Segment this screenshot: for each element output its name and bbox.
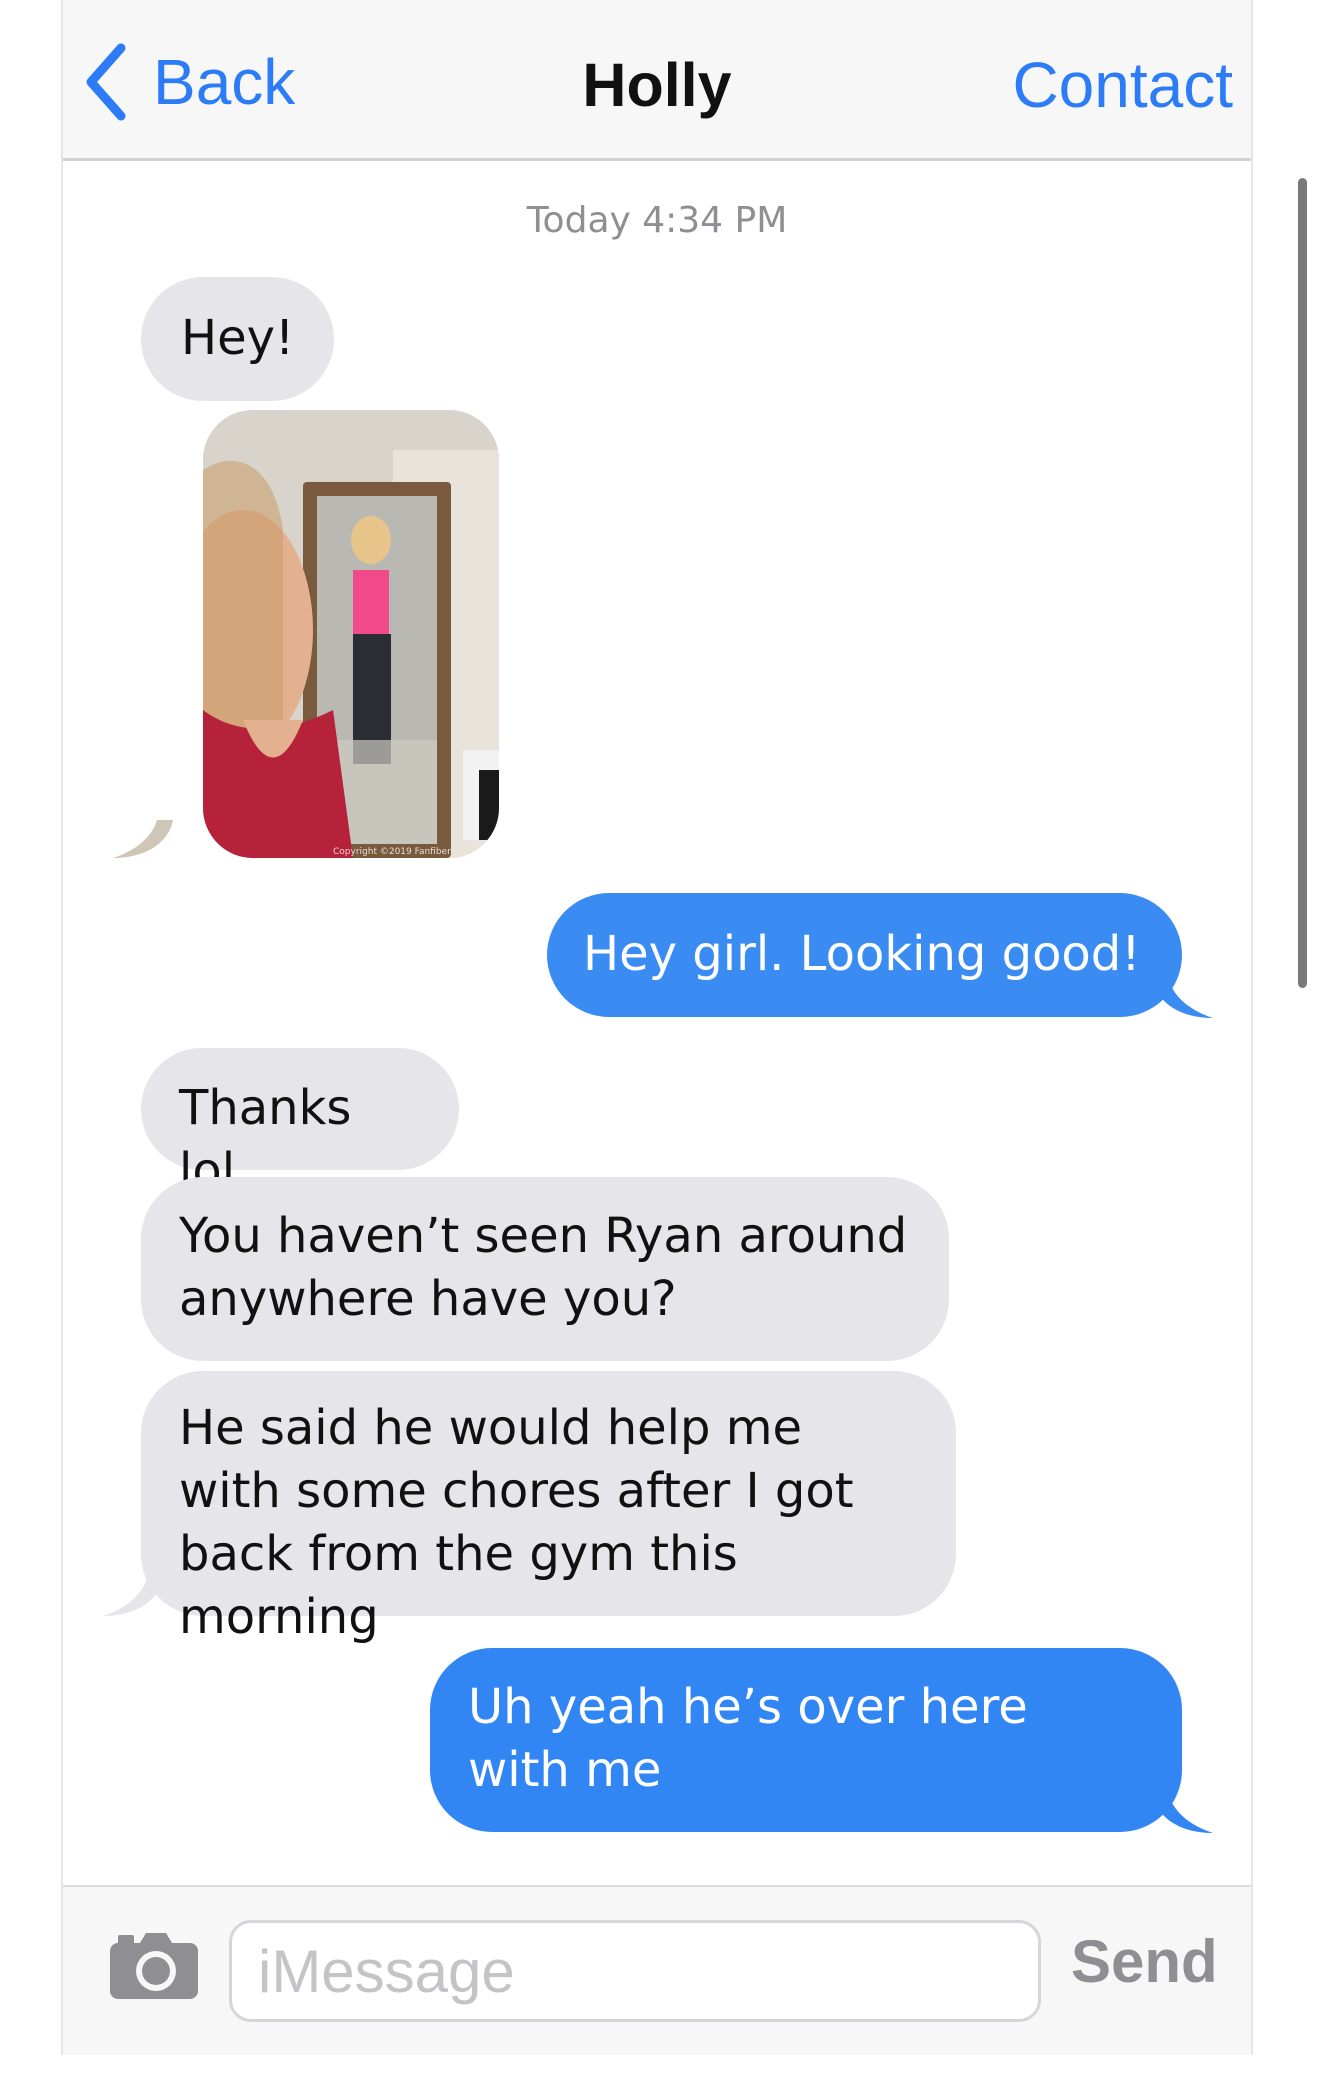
selfie-image: Copyright ©2019 Fanfiber [203, 410, 499, 858]
bubble-tail [113, 820, 173, 858]
watermark-text: Copyright ©2019 Fanfiber [333, 847, 451, 857]
message-text: You haven’t seen Ryan around anywhere ha… [179, 1208, 908, 1327]
camera-icon[interactable] [108, 1929, 200, 2001]
scrollbar[interactable] [1298, 178, 1307, 988]
send-button[interactable]: Send [1071, 1927, 1218, 1996]
incoming-message[interactable]: He said he would help me with some chore… [141, 1371, 956, 1645]
imessage-input-field [229, 1920, 1041, 2022]
bubble-tail [1153, 980, 1213, 1018]
navigation-bar: Back Holly Contact [63, 0, 1251, 161]
message-text: Uh yeah he’s over here with me [468, 1679, 1028, 1798]
contact-button[interactable]: Contact [1012, 48, 1233, 122]
message-timestamp: Today 4:34 PM [526, 200, 788, 241]
message-text: Hey! [181, 310, 295, 366]
incoming-message[interactable]: Thanks lol [141, 1048, 459, 1199]
incoming-message[interactable]: You haven’t seen Ryan around anywhere ha… [141, 1177, 949, 1361]
outgoing-message[interactable]: Uh yeah he’s over here with me [430, 1648, 1182, 1832]
message-text: He said he would help me with some chore… [179, 1400, 854, 1645]
message-input[interactable] [232, 1923, 1038, 2019]
message-text: Hey girl. Looking good! [583, 926, 1141, 982]
outgoing-message[interactable]: Hey girl. Looking good! [547, 893, 1182, 1017]
photo-attachment[interactable]: Copyright ©2019 Fanfiber [203, 410, 499, 858]
bubble-tail [103, 1578, 163, 1616]
messages-screen: Back Holly Contact Today 4:34 PM Hey! Co [61, 0, 1253, 2055]
message-input-bar: Send [63, 1885, 1251, 2055]
incoming-message[interactable]: Hey! [141, 277, 335, 401]
bubble-tail [1153, 1795, 1213, 1833]
